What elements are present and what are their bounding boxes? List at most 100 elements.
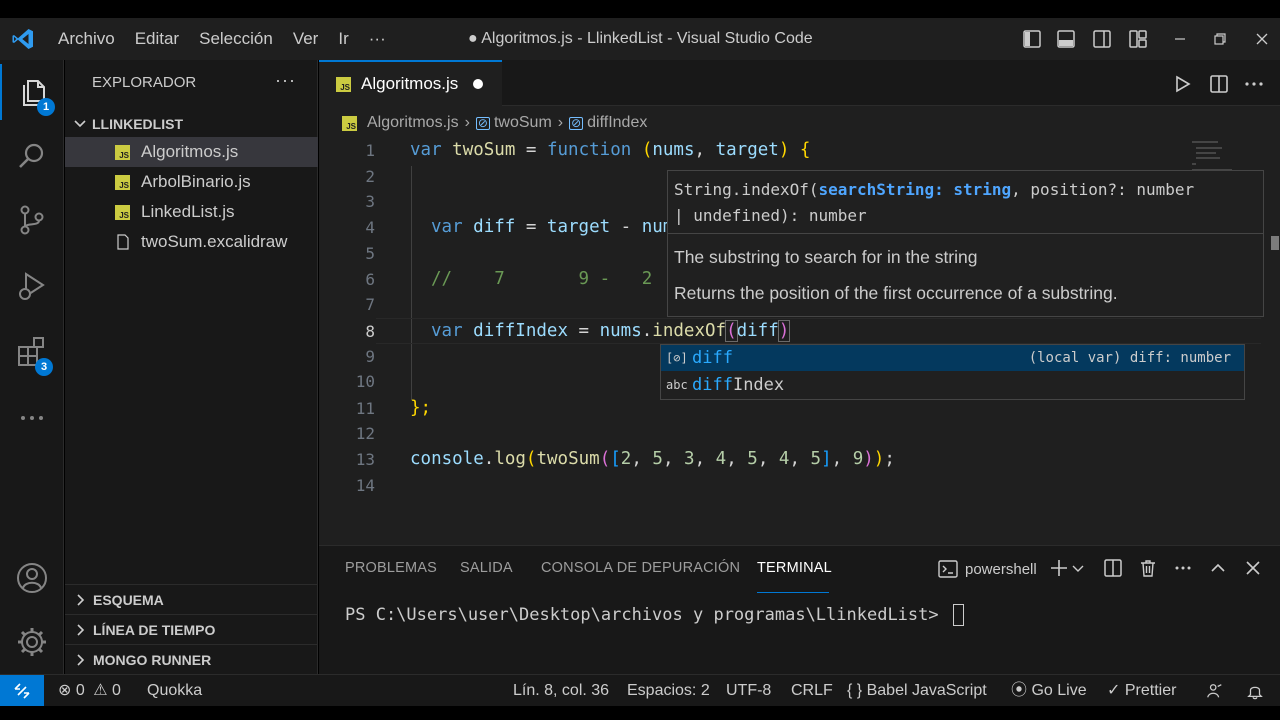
new-terminal-icon[interactable]	[1049, 558, 1069, 578]
encoding-status[interactable]: UTF-8	[726, 675, 771, 706]
scrollbar-thumb[interactable]	[1271, 236, 1279, 250]
file-linkedlist[interactable]: JS LinkedList.js	[65, 197, 318, 227]
suggestion-item[interactable]: [⊘] diff (local var) diff: number	[661, 345, 1244, 371]
terminal-prompt[interactable]: PS C:\Users\user\Desktop\archivos y prog…	[345, 604, 964, 626]
activity-bar: 1 3	[0, 60, 64, 674]
tab-algoritmos[interactable]: JS Algoritmos.js	[319, 60, 502, 106]
eol-status[interactable]: CRLF	[791, 675, 833, 706]
indentation-status[interactable]: Espacios: 2	[627, 675, 710, 706]
toggle-primary-sidebar-icon[interactable]	[1022, 29, 1042, 49]
unsaved-dot-icon[interactable]	[473, 79, 484, 89]
line-number: 11	[355, 398, 375, 418]
shell-label: powershell	[965, 560, 1037, 578]
code-text: };	[410, 398, 432, 418]
menu-more[interactable]: ···	[359, 18, 396, 60]
editor-tab-bar: JS Algoritmos.js	[319, 60, 1280, 106]
breadcrumb-function[interactable]: ⊘ twoSum	[475, 114, 552, 132]
close-panel-icon[interactable]	[1243, 558, 1263, 578]
problems-indicator[interactable]: ⊗ 0 ⚠ 0	[58, 675, 121, 706]
section-mongo-runner[interactable]: MONGO RUNNER	[65, 644, 318, 674]
cursor-position[interactable]: Lín. 8, col. 36	[513, 675, 609, 706]
file-twosum-excalidraw[interactable]: twoSum.excalidraw	[65, 227, 318, 257]
search-activity[interactable]	[0, 128, 64, 184]
tab-salida[interactable]: SALIDA	[460, 560, 513, 576]
line-number: 14	[355, 475, 375, 495]
section-esquema[interactable]: ESQUEMA	[65, 584, 318, 614]
text-word-icon: abc	[666, 378, 688, 392]
section-label: LÍNEA DE TIEMPO	[93, 621, 216, 638]
chevron-down-icon[interactable]	[1071, 558, 1085, 578]
breadcrumb-variable[interactable]: ⊘ diffIndex	[569, 114, 647, 132]
run-debug-icon	[19, 272, 45, 300]
restore-icon[interactable]	[1210, 29, 1230, 49]
go-live-button[interactable]: ⦿ Go Live	[1011, 675, 1087, 706]
manage-activity[interactable]	[0, 614, 64, 670]
chevron-right-icon	[77, 653, 85, 666]
prettier-status[interactable]: ✓ Prettier	[1107, 675, 1176, 706]
run-debug-activity[interactable]	[0, 258, 64, 314]
suggestion-item[interactable]: abc diffIndex	[661, 372, 1244, 398]
tab-consola-depuracion[interactable]: CONSOLA DE DEPURACIÓN	[541, 560, 740, 576]
active-tab-indicator	[757, 592, 829, 593]
breadcrumb-file[interactable]: JS Algoritmos.js	[341, 114, 459, 132]
chevron-right-icon: ›	[464, 114, 470, 131]
more-activity[interactable]	[0, 390, 64, 446]
toggle-secondary-sidebar-icon[interactable]	[1092, 29, 1112, 49]
explorer-activity[interactable]: 1	[0, 64, 64, 120]
code-text: var diff = target - num	[431, 217, 674, 237]
js-file-icon: JS	[341, 115, 358, 132]
suggestion-label: diffIndex	[692, 375, 785, 395]
menu-editar[interactable]: Editar	[125, 18, 189, 60]
breadcrumb-variable-label: diffIndex	[587, 114, 648, 131]
section-linea-de-tiempo[interactable]: LÍNEA DE TIEMPO	[65, 614, 318, 644]
split-terminal-icon[interactable]	[1103, 558, 1123, 578]
more-actions-icon[interactable]	[1173, 558, 1193, 578]
accounts-activity[interactable]	[0, 550, 64, 606]
tab-terminal[interactable]: TERMINAL	[757, 560, 832, 576]
code-text: var diffIndex = nums.indexOf(diff)	[431, 320, 791, 342]
sidebar-title: EXPLORADOR	[92, 74, 197, 91]
language-mode[interactable]: { } Babel JavaScript	[847, 675, 987, 706]
feedback-icon[interactable]	[1206, 675, 1224, 706]
more-icon	[21, 416, 43, 420]
hover-signature: String.indexOf(searchString: string, pos…	[674, 180, 1195, 225]
bell-icon[interactable]	[1246, 675, 1264, 706]
bottom-letterbox	[0, 706, 1280, 720]
line-number: 3	[365, 191, 375, 211]
toggle-panel-icon[interactable]	[1056, 29, 1076, 49]
close-icon[interactable]	[1252, 29, 1272, 49]
code-text: var twoSum = function (nums, target) {	[410, 140, 811, 160]
source-control-activity[interactable]	[0, 192, 64, 248]
file-arbolbinario[interactable]: JS ArbolBinario.js	[65, 167, 318, 197]
check-double-icon: ✓	[1107, 682, 1121, 699]
extensions-activity[interactable]: 3	[0, 324, 64, 380]
customize-layout-icon[interactable]	[1128, 29, 1148, 49]
file-algoritmos[interactable]: JS Algoritmos.js	[65, 137, 318, 167]
terminal-cursor	[952, 604, 964, 626]
menu-ir[interactable]: Ir	[328, 18, 358, 60]
code-line-13: 13 console.log(twoSum([2, 5, 3, 4, 5, 4,…	[319, 446, 1280, 472]
split-editor-icon[interactable]	[1208, 73, 1230, 95]
minimize-icon[interactable]	[1170, 29, 1190, 49]
maximize-panel-icon[interactable]	[1208, 558, 1228, 578]
more-actions-icon[interactable]	[1243, 73, 1265, 95]
folder-llinkedlist[interactable]: LLINKEDLIST	[65, 112, 318, 136]
error-icon: ⊗	[58, 682, 72, 699]
sidebar-more-button[interactable]: ···	[275, 70, 296, 91]
line-number: 2	[365, 166, 375, 186]
tab-problemas[interactable]: PROBLEMAS	[345, 560, 437, 576]
menu-seleccion[interactable]: Selección	[189, 18, 283, 60]
remote-indicator[interactable]	[0, 675, 44, 706]
quokka-status[interactable]: Quokka	[147, 675, 202, 706]
trash-icon[interactable]	[1138, 558, 1158, 578]
chevron-right-icon	[77, 593, 85, 606]
menu-ver[interactable]: Ver	[283, 18, 329, 60]
terminal-shell-selector[interactable]: powershell	[937, 558, 1037, 580]
source-control-icon	[20, 205, 44, 235]
file-label: twoSum.excalidraw	[141, 232, 288, 251]
account-icon	[17, 563, 47, 593]
menu-archivo[interactable]: Archivo	[48, 18, 125, 60]
settings-gear-icon	[18, 628, 46, 656]
code-line-8: 8 var diffIndex = nums.indexOf(diff)	[319, 318, 1280, 344]
run-icon[interactable]	[1171, 73, 1193, 95]
